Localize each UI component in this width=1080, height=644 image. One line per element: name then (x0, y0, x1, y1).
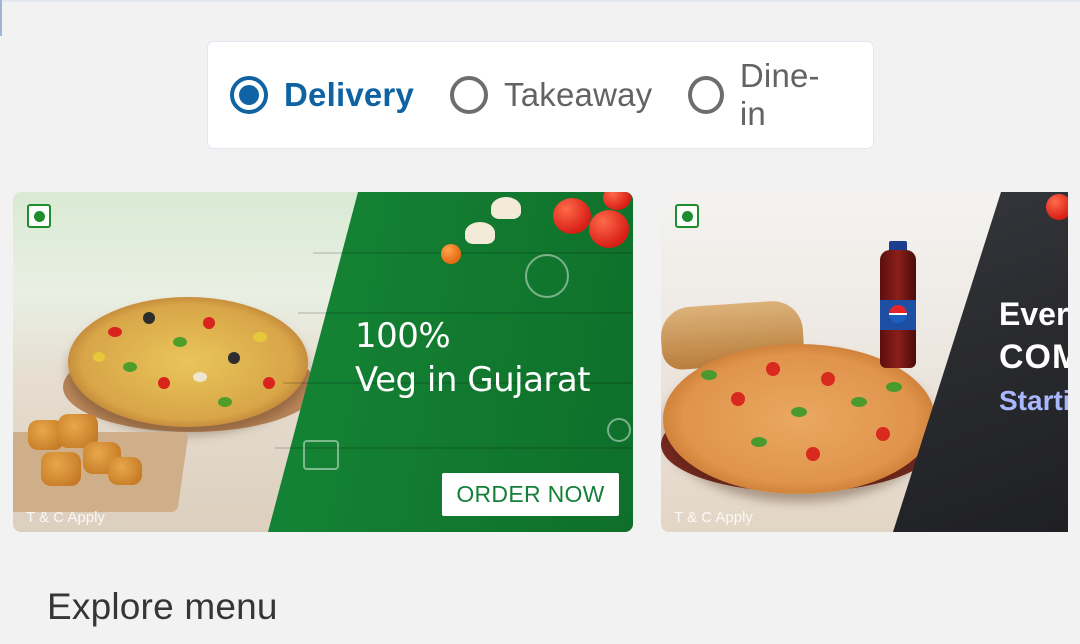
section-title: Explore menu (47, 586, 278, 627)
pepsi-logo (889, 305, 907, 323)
banner-headline: Every (999, 296, 1068, 332)
radio-takeaway[interactable]: Takeaway (450, 76, 652, 114)
banner-headline: COM (999, 338, 1068, 376)
headline-line: Veg in Gujarat (355, 360, 591, 400)
top-divider (0, 0, 1080, 2)
tomato-image (553, 198, 591, 234)
radio-label: Dine-in (739, 57, 820, 132)
promo-banner-combo[interactable]: Every COM Starti T & C Apply (661, 192, 1068, 532)
veg-indicator-icon (675, 204, 699, 228)
doodle-icon (525, 254, 569, 298)
radio-unselected-icon (688, 76, 724, 114)
radio-selected-icon (230, 76, 268, 114)
terms-text: T & C Apply (674, 509, 753, 526)
promo-banner-veg[interactable]: 100% Veg in Gujarat ORDER NOW T & C Appl… (13, 192, 633, 532)
scroll-indicator (0, 0, 2, 36)
veg-pizza-image (68, 297, 308, 427)
order-type-selector: Delivery Takeaway Dine-in (207, 41, 874, 149)
banner-headline: 100% Veg in Gujarat (355, 314, 591, 402)
app-screen: Delivery Takeaway Dine-in 100% Veg in Gu… (0, 0, 1080, 644)
tomato-image (1046, 194, 1068, 220)
mushroom-image (491, 197, 521, 219)
radio-label: Delivery (284, 76, 415, 113)
headline-line: 100% (355, 316, 451, 356)
veg-indicator-icon (27, 204, 51, 228)
terms-text: T & C Apply (26, 509, 105, 526)
radio-delivery[interactable]: Delivery (230, 76, 414, 114)
banner-subheadline: Starti (999, 385, 1068, 416)
order-now-button[interactable]: ORDER NOW (442, 473, 619, 516)
radio-unselected-icon (450, 76, 489, 114)
radio-dine-in[interactable]: Dine-in (688, 57, 837, 133)
radio-label: Takeaway (504, 76, 653, 113)
